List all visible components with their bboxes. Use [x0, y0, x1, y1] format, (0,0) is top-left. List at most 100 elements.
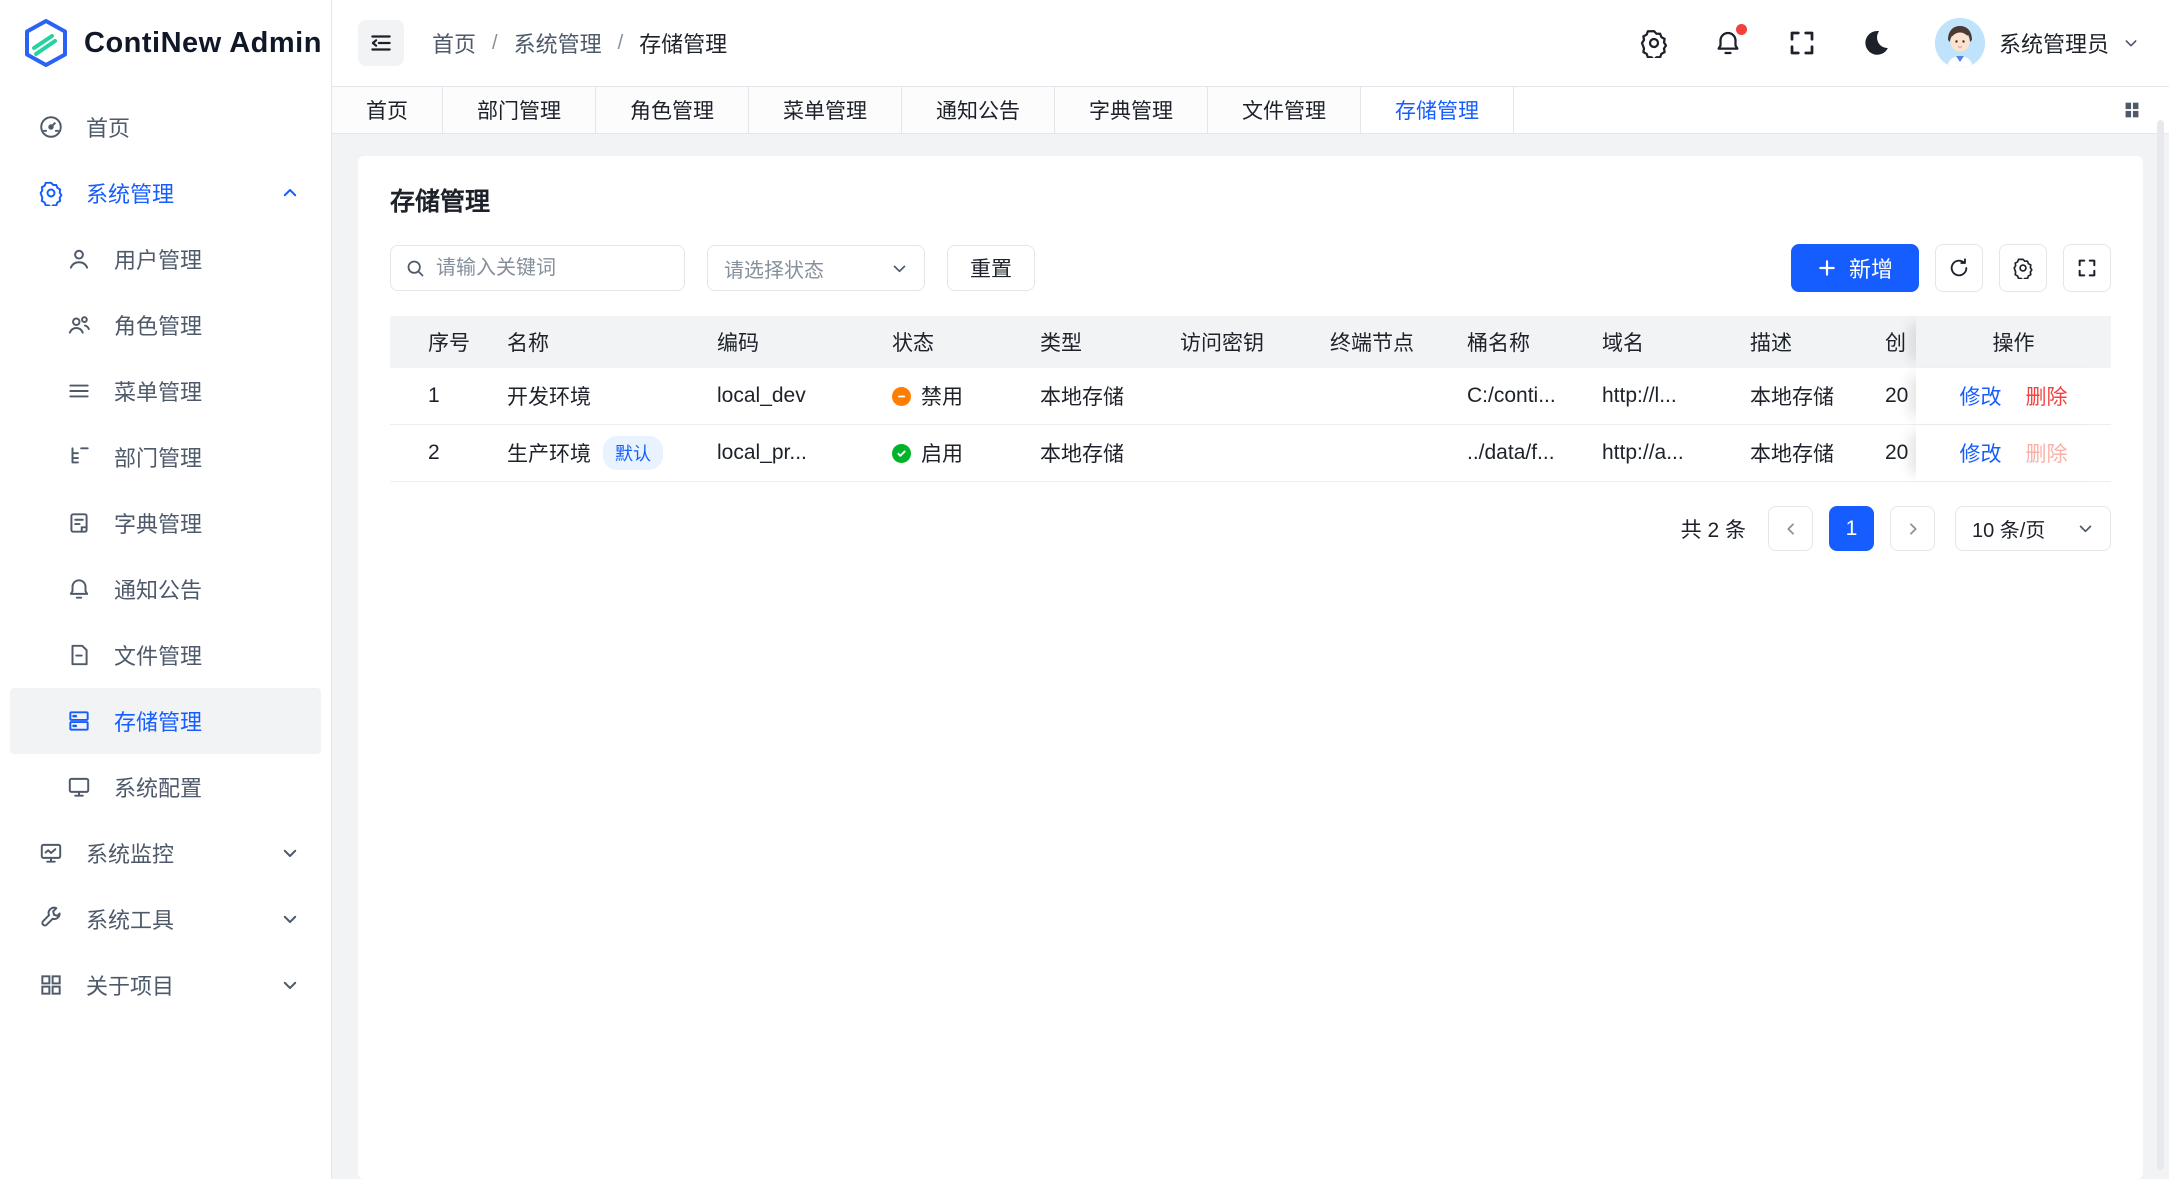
tab-label: 部门管理: [477, 95, 561, 125]
sidebar-item-system-config[interactable]: 系统配置: [10, 754, 321, 820]
add-button[interactable]: 新增: [1791, 244, 1919, 292]
sidebar-item-system-management[interactable]: 系统管理: [10, 160, 321, 226]
keyword-search[interactable]: [390, 245, 685, 291]
tab-home[interactable]: 首页: [332, 87, 443, 133]
sidebar-item-label: 关于项目: [86, 969, 174, 1001]
tree-icon: [66, 444, 92, 470]
status-disabled-icon: [892, 387, 911, 406]
user-name: 系统管理员: [1999, 27, 2109, 59]
dashboard-icon: [38, 114, 64, 140]
sidebar: ContiNew Admin 首页 系统管理 用户管理: [0, 0, 332, 1179]
tab-menu[interactable]: 菜单管理: [749, 87, 902, 133]
notification-badge: [1736, 24, 1747, 35]
user-menu[interactable]: 系统管理员: [1935, 18, 2139, 68]
sidebar-item-role-management[interactable]: 角色管理: [10, 292, 321, 358]
filter-toolbar: 请选择状态 重置 新增: [390, 244, 2111, 292]
chevron-down-icon: [891, 260, 908, 277]
pagination-total: 共 2 条: [1681, 514, 1746, 544]
cell-actions: 修改 删除: [1916, 368, 2111, 424]
sidebar-item-notice[interactable]: 通知公告: [10, 556, 321, 622]
prev-page-button[interactable]: [1768, 506, 1813, 551]
next-page-button[interactable]: [1890, 506, 1935, 551]
status-label: 启用: [921, 438, 963, 468]
col-header-code: 编码: [701, 327, 876, 357]
fullscreen-button[interactable]: [1787, 28, 1817, 58]
sidebar-item-user-management[interactable]: 用户管理: [10, 226, 321, 292]
chevron-down-icon: [2123, 35, 2139, 51]
breadcrumb-system[interactable]: 系统管理: [514, 27, 602, 59]
settings-button[interactable]: [1639, 28, 1669, 58]
col-header-name: 名称: [491, 327, 701, 357]
sidebar-item-label: 文件管理: [114, 639, 202, 671]
table-fullscreen-button[interactable]: [2063, 244, 2111, 292]
page-size-select[interactable]: 10 条/页: [1955, 506, 2111, 551]
reset-button[interactable]: 重置: [947, 245, 1035, 291]
breadcrumb-home[interactable]: 首页: [432, 27, 476, 59]
monitor-chart-icon: [38, 840, 64, 866]
dark-mode-toggle[interactable]: [1861, 28, 1891, 58]
sidebar-item-home[interactable]: 首页: [10, 94, 321, 160]
sidebar-item-label: 首页: [86, 111, 130, 143]
tab-notice[interactable]: 通知公告: [902, 87, 1055, 133]
status-select[interactable]: 请选择状态: [707, 245, 925, 291]
tab-dept[interactable]: 部门管理: [443, 87, 596, 133]
apps-icon: [38, 972, 64, 998]
tab-label: 存储管理: [1395, 95, 1479, 125]
search-input[interactable]: [436, 257, 670, 280]
chevron-down-icon: [281, 910, 299, 928]
sidebar-item-label: 菜单管理: [114, 375, 202, 407]
sidebar-item-system-tools[interactable]: 系统工具: [10, 886, 321, 952]
gear-icon: [38, 180, 64, 206]
tab-label: 首页: [366, 95, 408, 125]
page-1-button[interactable]: 1: [1829, 506, 1874, 551]
chevron-right-icon: [1905, 521, 1921, 537]
cell-domain: http://a...: [1586, 441, 1734, 465]
sidebar-item-dept-management[interactable]: 部门管理: [10, 424, 321, 490]
delete-link[interactable]: 删除: [2026, 381, 2068, 411]
storage-name: 开发环境: [507, 386, 591, 409]
cell-created: 20: [1869, 441, 1916, 465]
sidebar-item-file-management[interactable]: 文件管理: [10, 622, 321, 688]
breadcrumb-separator: /: [492, 32, 498, 55]
collapse-sidebar-button[interactable]: [358, 20, 404, 66]
chevron-down-icon: [2077, 520, 2094, 537]
file-icon: [66, 642, 92, 668]
sidebar-item-storage-management[interactable]: 存储管理: [10, 688, 321, 754]
cell-actions: 修改 删除: [1916, 425, 2111, 481]
tab-label: 菜单管理: [783, 95, 867, 125]
pagination: 共 2 条 1 10 条/页: [390, 506, 2111, 551]
tab-role[interactable]: 角色管理: [596, 87, 749, 133]
logo-hexagon-icon: [22, 18, 70, 68]
edit-link[interactable]: 修改: [1960, 438, 2002, 468]
sidebar-item-system-monitor[interactable]: 系统监控: [10, 820, 321, 886]
sidebar-item-label: 角色管理: [114, 309, 202, 341]
col-header-endpoint: 终端节点: [1314, 327, 1451, 357]
tab-file[interactable]: 文件管理: [1208, 87, 1361, 133]
breadcrumb-separator: /: [618, 32, 624, 55]
cell-index: 2: [390, 441, 491, 465]
tab-label: 通知公告: [936, 95, 1020, 125]
tab-dict[interactable]: 字典管理: [1055, 87, 1208, 133]
page-title: 存储管理: [390, 182, 2111, 218]
grid-icon: [2121, 99, 2143, 121]
chevron-down-icon: [281, 976, 299, 994]
notifications-button[interactable]: [1713, 28, 1743, 58]
moon-icon: [1861, 28, 1891, 58]
sidebar-item-dict-management[interactable]: 字典管理: [10, 490, 321, 556]
cell-type: 本地存储: [1024, 381, 1164, 411]
refresh-button[interactable]: [1935, 244, 1983, 292]
sidebar-item-menu-management[interactable]: 菜单管理: [10, 358, 321, 424]
app-logo[interactable]: ContiNew Admin: [0, 0, 331, 86]
col-header-index: 序号: [390, 327, 491, 357]
fullscreen-icon: [1787, 28, 1817, 58]
tab-storage[interactable]: 存储管理: [1361, 87, 1514, 133]
sidebar-item-about[interactable]: 关于项目: [10, 952, 321, 1018]
content-area: 存储管理 请选择状态 重置: [332, 134, 2169, 1179]
status-label: 禁用: [921, 381, 963, 411]
topbar: 首页 / 系统管理 / 存储管理: [332, 0, 2169, 86]
sidebar-item-label: 系统管理: [86, 177, 174, 209]
column-settings-button[interactable]: [1999, 244, 2047, 292]
cell-index: 1: [390, 384, 491, 408]
edit-link[interactable]: 修改: [1960, 381, 2002, 411]
page-scrollbar[interactable]: [2157, 120, 2164, 1170]
